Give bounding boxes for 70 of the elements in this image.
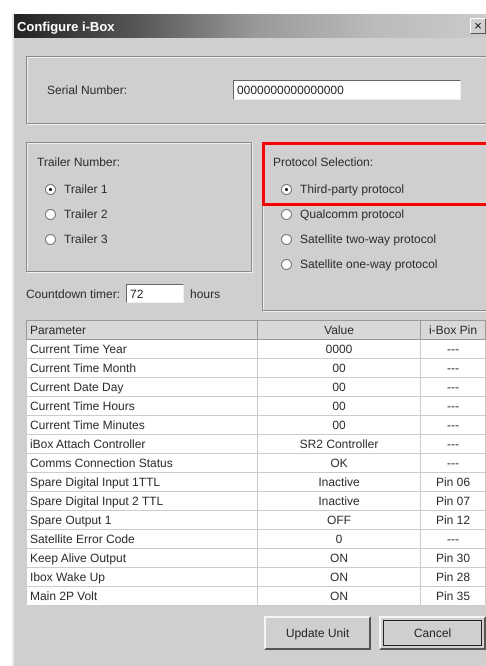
radio-option[interactable]: Qualcomm protocol <box>273 207 404 221</box>
table-cell: Main 2P Volt <box>26 586 258 606</box>
radio-button[interactable] <box>45 208 56 220</box>
table-cell: Pin 30 <box>420 548 486 568</box>
table-cell: 0 <box>258 530 420 548</box>
table-cell: Pin 12 <box>420 510 486 530</box>
radio-option[interactable]: Satellite one-way protocol <box>273 257 438 271</box>
radio-option[interactable]: Satellite two-way protocol <box>273 232 436 246</box>
table-cell: Inactive <box>258 472 420 492</box>
radio-button[interactable] <box>281 234 292 244</box>
table-cell: 00 <box>258 396 420 416</box>
table-cell: --- <box>420 530 486 548</box>
radio-button[interactable] <box>45 234 56 244</box>
radio-option[interactable]: Trailer 3 <box>37 232 108 246</box>
table-cell: --- <box>420 378 486 396</box>
table-cell: Spare Digital Input 1TTL <box>26 472 258 492</box>
table-cell: Pin 06 <box>420 472 486 492</box>
table-cell: OK <box>258 454 420 472</box>
table-cell: ON <box>258 586 420 606</box>
table-cell: Pin 07 <box>420 492 486 510</box>
radio-button[interactable] <box>281 184 292 194</box>
table-cell: 00 <box>258 416 420 434</box>
table-cell: --- <box>420 340 486 358</box>
table-cell: iBox Attach Controller <box>26 434 258 454</box>
column-header[interactable]: Value <box>258 320 420 340</box>
table-cell: Inactive <box>258 492 420 510</box>
table-cell: --- <box>420 416 486 434</box>
table-cell: --- <box>420 434 486 454</box>
table-cell: ON <box>258 548 420 568</box>
table-cell: --- <box>420 358 486 378</box>
radio-option[interactable]: Third-party protocol <box>273 182 404 196</box>
countdown-label: Countdown timer: <box>26 286 120 300</box>
protocol-label: Protocol Selection: <box>273 155 374 169</box>
table-cell: --- <box>420 396 486 416</box>
table-cell: 00 <box>258 378 420 396</box>
radio-button[interactable] <box>281 258 292 270</box>
window-title: Configure i-Box <box>17 18 114 34</box>
table-cell: 0000 <box>258 340 420 358</box>
table-cell: Keep Alive Output <box>26 548 258 568</box>
serial-label: Serial Number: <box>47 83 128 97</box>
table-cell: Current Time Month <box>26 358 258 378</box>
radio-option[interactable]: Trailer 2 <box>37 207 108 221</box>
table-cell: Spare Output 1 <box>26 510 258 530</box>
close-button[interactable]: × <box>470 18 486 34</box>
table-cell: Pin 35 <box>420 586 486 606</box>
radio-button[interactable] <box>45 184 56 194</box>
table-cell: Current Time Minutes <box>26 416 258 434</box>
trailer-label: Trailer Number: <box>37 155 121 169</box>
column-header[interactable]: i-Box Pin <box>420 320 486 340</box>
table-cell: Current Time Year <box>26 340 258 358</box>
table-cell: --- <box>420 454 486 472</box>
table-cell: Current Date Day <box>26 378 258 396</box>
countdown-field[interactable]: 72 <box>126 284 184 303</box>
radio-button[interactable] <box>281 208 292 220</box>
table-cell: Current Time Hours <box>26 396 258 416</box>
table-cell: Pin 28 <box>420 568 486 586</box>
table-cell: Comms Connection Status <box>26 454 258 472</box>
table-cell: Satellite Error Code <box>26 530 258 548</box>
unit-label: hours <box>190 286 220 300</box>
serial-field[interactable]: 0000000000000000 <box>233 80 461 100</box>
table-cell: Ibox Wake Up <box>26 568 258 586</box>
table-cell: OFF <box>258 510 420 530</box>
table-cell: ON <box>258 568 420 586</box>
update-button[interactable]: Update Unit <box>264 616 371 650</box>
table-cell: Spare Digital Input 2 TTL <box>26 492 258 510</box>
radio-option[interactable]: Trailer 1 <box>37 182 108 196</box>
cancel-button[interactable]: Cancel <box>379 616 486 650</box>
column-header[interactable]: Parameter <box>26 320 258 340</box>
table-cell: SR2 Controller <box>258 434 420 454</box>
table-cell: 00 <box>258 358 420 378</box>
